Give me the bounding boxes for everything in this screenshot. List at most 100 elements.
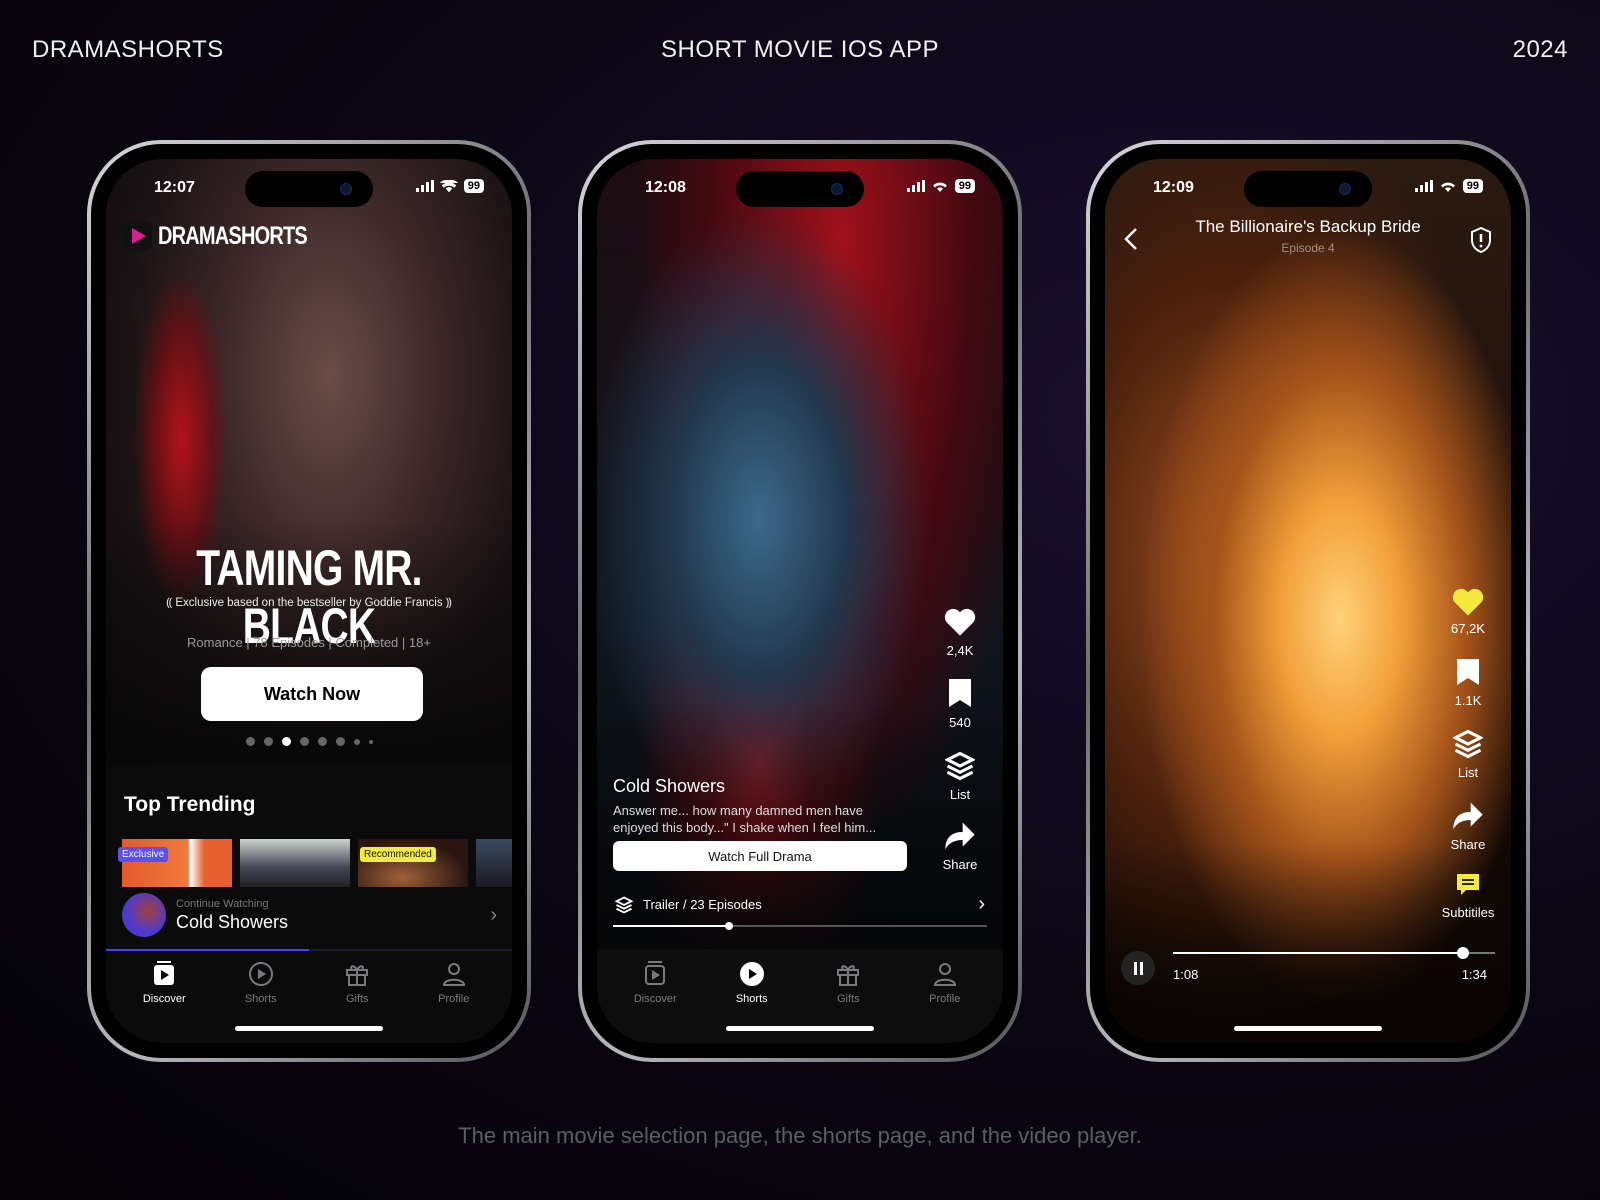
gift-icon [346,965,369,986]
continue-title: Cold Showers [176,911,289,932]
carousel-dot[interactable] [368,739,373,744]
like-button[interactable]: 67,2K [1433,587,1503,636]
save-count: 540 [949,715,971,730]
trending-thumb[interactable]: Exclusive [118,839,232,887]
trending-thumb[interactable] [240,839,350,887]
trending-thumb[interactable] [476,839,512,887]
logo-play-icon [122,221,152,251]
chevron-right-icon: › [490,903,497,926]
player-progress-fill [1173,947,1469,959]
layers-icon [945,751,975,781]
tab-label: Profile [929,993,961,1005]
episodes-row[interactable]: Trailer / 23 Episodes › [615,893,985,916]
tab-gifts[interactable]: Gifts [317,961,397,1005]
carousel-dot[interactable] [353,738,360,745]
like-count: 2,4K [946,643,974,658]
tab-shorts[interactable]: Shorts [221,961,301,1005]
pause-icon [1133,961,1137,975]
carousel-dots[interactable] [106,737,512,746]
trending-thumb[interactable]: Recommended [358,839,468,887]
subtitles-label: Subtitiles [1441,905,1495,920]
share-label: Share [1450,837,1486,852]
share-arrow-icon [945,822,975,850]
profile-icon [933,963,956,986]
subtitles-button[interactable]: Subtitiles [1433,871,1503,920]
tab-shorts[interactable]: Shorts [712,961,792,1005]
save-count: 1.1K [1454,693,1482,708]
carousel-dot[interactable] [281,737,291,746]
home-indicator [726,1026,874,1031]
list-button[interactable]: List [925,751,995,802]
report-shield-icon[interactable] [1470,227,1492,253]
heart-icon [1452,588,1484,616]
share-arrow-icon [1453,802,1483,830]
progress-knob[interactable] [724,922,733,930]
list-label: List [949,787,971,802]
status-time: 12:07 [154,179,195,196]
share-button[interactable]: Share [925,821,995,872]
save-button[interactable]: 1.1K [1433,659,1503,708]
phone-player: 12:09 99 The Billionaire's Backup Bride … [1086,140,1530,1062]
carousel-dot[interactable] [245,737,255,746]
continue-progress-fill [106,949,309,951]
tab-profile[interactable]: Profile [905,961,985,1005]
layers-icon [615,895,633,914]
carousel-dot[interactable] [263,737,273,746]
tab-discover[interactable]: Discover [615,961,695,1005]
tab-discover[interactable]: Discover [124,961,204,1005]
player-progress-slider[interactable] [1173,947,1495,959]
hero-meta: Romance | 78 Episodes | Completed | 18+ [187,635,431,650]
short-description: Answer me... how many damned men have en… [613,803,877,835]
video-progress-slider[interactable] [613,922,987,930]
status-time: 12:08 [645,179,686,196]
play-circle-icon [739,962,764,986]
bookmark-icon [1457,659,1479,685]
play-circle-icon [248,962,273,986]
continue-watching-row[interactable]: Continue Watching Cold Showers › [122,893,497,937]
signal-icon [906,180,925,192]
pause-button[interactable] [1121,951,1155,985]
shorts-screen: 12:08 99 2,4K 540 List Share Cold Shower… [597,159,1003,1043]
battery-level: 99 [463,179,484,193]
tab-label: Shorts [244,993,277,1005]
tab-label: Gifts [836,993,860,1005]
share-label: Share [942,857,978,872]
continue-label: Continue Watching [176,897,269,910]
carousel-dot[interactable] [299,737,309,746]
video-progress-fill [613,922,733,930]
discover-icon [154,961,175,985]
subtitles-icon [1457,874,1479,895]
carousel-dot[interactable] [335,737,345,746]
recommended-badge: Recommended [360,847,436,862]
duration: 1:34 [1461,967,1487,982]
discover-screen: 12:07 99 DRAMASHORTS TAMING MR. BLACK ⸨ … [106,159,512,1043]
save-button[interactable]: 540 [925,679,995,730]
like-count: 67,2K [1451,621,1485,636]
player-screen: 12:09 99 The Billionaire's Backup Bride … [1105,159,1511,1043]
logo-text: DRAMASHORTS [158,221,308,250]
status-icons: 99 [1414,179,1483,193]
phone-shorts: 12:08 99 2,4K 540 List Share Cold Shower… [578,140,1022,1062]
share-button[interactable]: Share [1433,801,1503,852]
section-title: Top Trending [124,793,256,816]
status-icons: 99 [415,179,484,193]
tab-gifts[interactable]: Gifts [808,961,888,1005]
status-time: 12:09 [1153,179,1194,196]
progress-knob[interactable] [1456,947,1469,959]
watch-full-drama-button[interactable]: Watch Full Drama [613,841,907,871]
list-button[interactable]: List [1433,729,1503,780]
status-icons: 99 [906,179,975,193]
app-logo: DRAMASHORTS [122,221,344,251]
like-button[interactable]: 2,4K [925,607,995,658]
continue-thumbnail [122,893,166,937]
carousel-dot[interactable] [317,737,327,746]
exclusive-badge: Exclusive [118,847,169,862]
caption: The main movie selection page, the short… [458,1123,1142,1148]
current-time: 1:08 [1173,967,1199,982]
tab-label: Shorts [735,993,768,1005]
list-label: List [1457,765,1479,780]
watch-now-button[interactable]: Watch Now [201,667,423,721]
bookmark-icon [949,679,971,707]
tab-profile[interactable]: Profile [414,961,494,1005]
tab-label: Discover [142,993,186,1005]
